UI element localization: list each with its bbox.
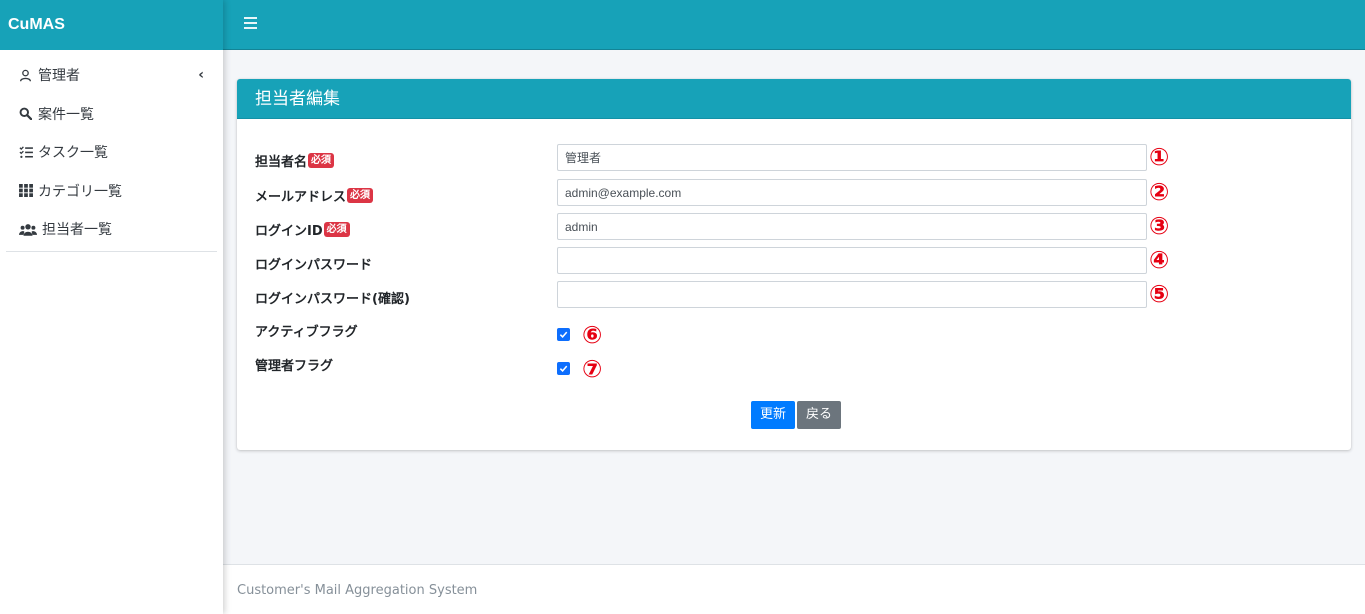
- form-row-password: ログインパスワード ④: [237, 246, 1351, 275]
- sidebar-item-label: 案件一覧: [38, 106, 94, 123]
- name-label: 担当者名 必須: [255, 151, 335, 170]
- update-button[interactable]: 更新: [751, 401, 796, 429]
- user-icon: [19, 69, 37, 82]
- form-row-login-id: ログインID必須 ③: [237, 212, 1351, 241]
- active-flag-checkbox[interactable]: [557, 328, 570, 341]
- password-confirm-label: ログインパスワード(確認): [255, 292, 410, 307]
- marker-5: ⑤: [1149, 280, 1170, 308]
- footer: Customer's Mail Aggregation System: [223, 564, 1365, 614]
- email-input[interactable]: [557, 179, 1147, 206]
- sidebar-item-label: 管理者: [38, 68, 80, 85]
- required-badge: 必須: [308, 153, 335, 168]
- email-label-text: メールアドレス: [255, 190, 347, 205]
- tasks-icon: [19, 146, 37, 159]
- sidebar-divider: [6, 250, 217, 252]
- email-label: メールアドレス 必須: [255, 186, 374, 205]
- form-row-password-confirm: ログインパスワード(確認) ⑤: [237, 280, 1351, 309]
- search-icon: [19, 107, 37, 121]
- sidebar-item-admin[interactable]: 管理者 ‹: [6, 56, 217, 95]
- form-row-name: 担当者名必須 ①: [237, 143, 1351, 172]
- form-row-email: メールアドレス必須 ②: [237, 178, 1351, 207]
- staff-edit-card: 担当者編集 担当者名必須 ① メールアドレス必須 ② ログインID必須 ③ ログ…: [237, 79, 1351, 450]
- form-row-active-flag: アクティブフラグ ⑥: [237, 321, 1351, 349]
- sidebar-item-tasks[interactable]: タスク一覧: [6, 133, 217, 172]
- password-confirm-input[interactable]: [557, 281, 1147, 308]
- check-icon: [559, 365, 568, 372]
- login-id-input[interactable]: [557, 213, 1147, 240]
- chevron-left-icon[interactable]: ‹: [198, 67, 204, 83]
- login-id-label-text: ログインID: [255, 224, 323, 239]
- sidebar-item-label: 担当者一覧: [42, 222, 112, 239]
- password-label: ログインパスワード: [255, 258, 373, 273]
- marker-2: ②: [1149, 178, 1170, 206]
- top-navbar: [223, 0, 1365, 50]
- marker-6: ⑥: [582, 321, 603, 349]
- login-id-label: ログインID 必須: [255, 220, 350, 239]
- password-input[interactable]: [557, 247, 1147, 274]
- sidebar-item-categories[interactable]: カテゴリ一覧: [6, 172, 217, 211]
- sidebar-item-cases[interactable]: 案件一覧: [6, 95, 217, 134]
- card-title: 担当者編集: [237, 79, 1351, 119]
- sidebar-item-staff[interactable]: 担当者一覧: [6, 210, 217, 249]
- hamburger-menu-icon[interactable]: [244, 17, 257, 31]
- required-badge: 必須: [323, 222, 350, 237]
- marker-3: ③: [1149, 212, 1170, 240]
- sidebar-item-label: タスク一覧: [38, 145, 108, 162]
- sidebar: CuMAS 管理者 ‹ 案件一覧 タスク一覧 カテゴリ一覧 担当者一覧: [0, 0, 223, 614]
- admin-flag-checkbox[interactable]: [557, 362, 570, 375]
- brand-logo[interactable]: CuMAS: [0, 0, 223, 50]
- sidebar-item-label: カテゴリ一覧: [38, 183, 122, 200]
- sidebar-nav: 管理者 ‹ 案件一覧 タスク一覧 カテゴリ一覧 担当者一覧: [0, 56, 223, 249]
- name-input[interactable]: [557, 144, 1147, 171]
- marker-7: ⑦: [582, 355, 603, 383]
- admin-flag-label: 管理者フラグ: [255, 359, 334, 374]
- marker-4: ④: [1149, 246, 1170, 274]
- users-icon: [19, 223, 41, 236]
- active-flag-label: アクティブフラグ: [255, 325, 358, 340]
- form-actions: 更新 戻る: [751, 401, 842, 429]
- required-badge: 必須: [347, 188, 374, 203]
- form-row-admin-flag: 管理者フラグ ⑦: [237, 355, 1351, 383]
- name-label-text: 担当者名: [255, 155, 308, 170]
- grid-icon: [19, 184, 37, 198]
- marker-1: ①: [1149, 143, 1170, 171]
- back-button[interactable]: 戻る: [797, 401, 842, 429]
- check-icon: [559, 331, 568, 338]
